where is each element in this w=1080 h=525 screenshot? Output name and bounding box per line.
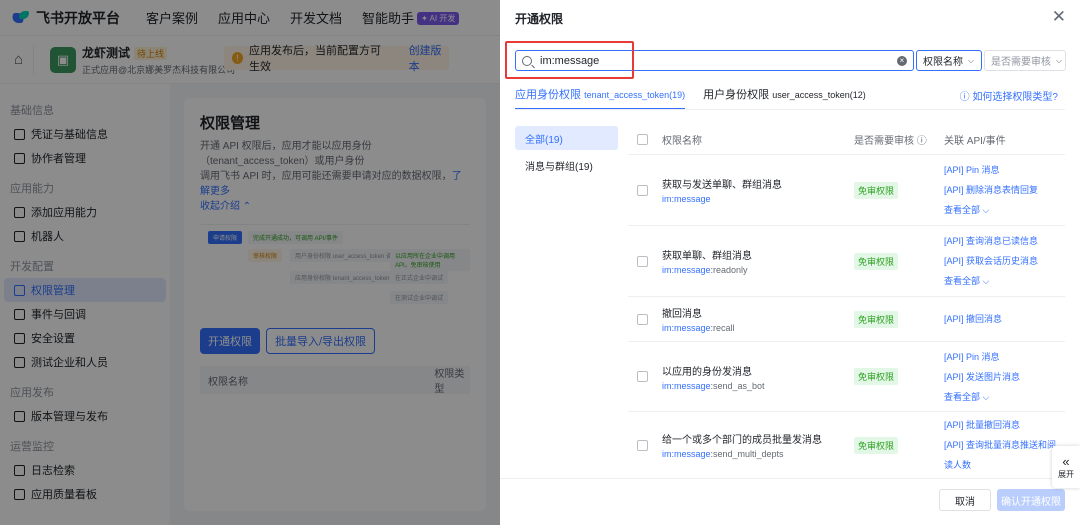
api-list: [API] Pin 消息 [API] 删除消息表情回复 查看全部 ⌵ [944,160,1038,220]
permission-key-suffix: :recall [710,323,735,333]
tab-label: 应用身份权限 [515,89,581,101]
tab-tenant-token[interactable]: 应用身份权限 tenant_access_token(19) [515,86,686,110]
row-checkbox[interactable] [637,371,648,382]
clear-icon[interactable]: × [897,55,907,66]
permission-key-suffix: :readonly [710,265,748,275]
category-im[interactable]: 消息与群组(19) [515,153,618,177]
audit-cell: 免审权限 [854,436,944,454]
question-icon: ⓘ [959,92,970,103]
permission-key: im:message [662,265,711,275]
col-header-audit: 是否需要审核 ⓘ [854,132,944,147]
drawer-footer [500,478,1080,525]
api-link[interactable]: [API] 发送图片消息 [944,367,1020,387]
modal-overlay[interactable] [0,0,500,525]
permission-key: im:message [662,380,711,391]
row-checkbox[interactable] [637,255,648,267]
api-link[interactable]: [API] Pin 消息 [944,347,1020,367]
permission-title: 获取与发送单聊、群组消息 [662,180,782,191]
table-row: 撤回消息 im:message:recall 免审权限 [API] 撤回消息 [628,297,1065,342]
help-label: 如何选择权限类型? [972,92,1058,103]
api-link[interactable]: [API] 批量撤回消息 [944,415,1056,435]
open-permission-drawer: 开通权限 ✕ im:message × 权限名称 ⌵ 是否需要审核 ⌵ 应用身份权限… [500,0,1080,525]
permission-key: im:message [662,323,711,333]
api-list: [API] 查询消息已读信息 [API] 获取会话历史消息 查看全部 ⌵ [944,231,1038,291]
permission-key: im:message [662,449,711,459]
cancel-button[interactable]: 取消 [939,489,991,511]
audit-cell: 免审权限 [854,252,944,270]
filter-audit-label: 是否需要审核 [991,57,1051,68]
expand-button[interactable]: « 展开 [1052,446,1080,488]
permission-list: 权限名称 是否需要审核 ⓘ 关联 API/事件 获取与发送单聊、群组消息 im:m… [628,125,1065,478]
filter-name-label: 权限名称 [923,57,963,68]
audit-badge: 免审权限 [854,252,899,270]
audit-badge: 免审权限 [854,310,899,328]
api-list: [API] 批量撤回消息 [API] 查询批量消息推送和阅 读人数 [944,415,1056,475]
api-link[interactable]: 读人数 [944,455,1056,475]
audit-cell: 免审权限 [854,368,944,385]
chevron-down-icon: ⌵ [1056,55,1063,65]
permission-title: 撤回消息 [662,309,702,320]
permission-name: 撤回消息 im:message:recall [662,305,854,333]
filter-name-select[interactable]: 权限名称 ⌵ [916,50,982,71]
api-link[interactable]: [API] 获取会话历史消息 [944,251,1038,271]
double-chevron-left-icon: « [1062,453,1070,469]
permission-name: 以应用的身份发消息 im:message:send_as_bot [662,363,854,391]
api-link[interactable]: [API] 撤回消息 [944,309,1002,329]
category-all[interactable]: 全部(19) [515,126,618,150]
permission-name: 给一个或多个部门的成员批量发消息 im:message:send_multi_de… [662,431,854,459]
api-link[interactable]: [API] Pin 消息 [944,160,1038,180]
table-row: 以应用的身份发消息 im:message:send_as_bot 免审权限 [AP… [628,342,1065,412]
col-header-audit-label: 是否需要审核 [854,136,914,147]
confirm-open-permission-button[interactable]: 确认开通权限 [997,489,1065,511]
permission-title: 给一个或多个部门的成员批量发消息 [662,435,822,446]
audit-badge: 免审权限 [854,436,899,454]
view-all-link[interactable]: 查看全部 ⌵ [944,200,1038,220]
highlight-annotation [505,41,634,79]
drawer-title: 开通权限 [515,12,564,26]
audit-badge: 免审权限 [854,368,899,385]
tab-label: 用户身份权限 [703,89,770,101]
audit-cell: 免审权限 [854,310,944,328]
audit-badge: 免审权限 [854,181,899,199]
divider [515,109,1065,110]
audit-cell: 免审权限 [854,181,944,199]
view-all-link[interactable]: 查看全部 ⌵ [944,387,1020,407]
expand-label: 展开 [1058,469,1074,479]
row-checkbox[interactable] [637,439,648,451]
permission-title: 获取单聊、群组消息 [662,251,752,262]
permission-title: 以应用的身份发消息 [662,366,752,378]
tab-user-token[interactable]: 用户身份权限 user_access_token(12) [703,86,866,110]
permission-name: 获取与发送单聊、群组消息 im:message [662,176,854,204]
col-header-name: 权限名称 [662,136,702,147]
select-all-checkbox[interactable] [637,134,648,145]
view-all-link[interactable]: 查看全部 ⌵ [944,271,1038,291]
permission-key-suffix: :send_as_bot [710,380,765,391]
chevron-down-icon: ⌵ [968,55,975,65]
table-row: 获取单聊、群组消息 im:message:readonly 免审权限 [API] … [628,226,1065,297]
api-list: [API] Pin 消息 [API] 发送图片消息 查看全部 ⌵ [944,347,1020,407]
api-link[interactable]: [API] 查询消息已读信息 [944,231,1038,251]
row-checkbox[interactable] [637,313,648,325]
permission-name: 获取单聊、群组消息 im:message:readonly [662,247,854,275]
api-link[interactable]: [API] 删除消息表情回复 [944,180,1038,200]
col-header-api: 关联 API/事件 [944,136,1006,147]
question-icon[interactable]: ⓘ [917,136,927,147]
tab-sub: user_access_token(12) [772,90,866,100]
table-row: 获取与发送单聊、群组消息 im:message 免审权限 [API] Pin 消息… [628,155,1065,226]
close-icon[interactable]: ✕ [1052,7,1066,27]
help-link[interactable]: ⓘ 如何选择权限类型? [960,88,1058,103]
filter-audit-select[interactable]: 是否需要审核 ⌵ [984,50,1066,71]
api-list: [API] 撤回消息 [944,309,1002,329]
permission-list-header: 权限名称 是否需要审核 ⓘ 关联 API/事件 [628,125,1065,155]
permission-type-tabs: 应用身份权限 tenant_access_token(19) 用户身份权限 us… [515,86,866,110]
row-checkbox[interactable] [637,184,648,196]
tab-sub: tenant_access_token(19) [584,90,686,100]
table-row: 给一个或多个部门的成员批量发消息 im:message:send_multi_de… [628,412,1065,478]
api-link[interactable]: [API] 查询批量消息推送和阅 [944,435,1056,455]
permission-key-suffix: :send_multi_depts [710,449,784,459]
permission-key: im:message [662,194,711,204]
